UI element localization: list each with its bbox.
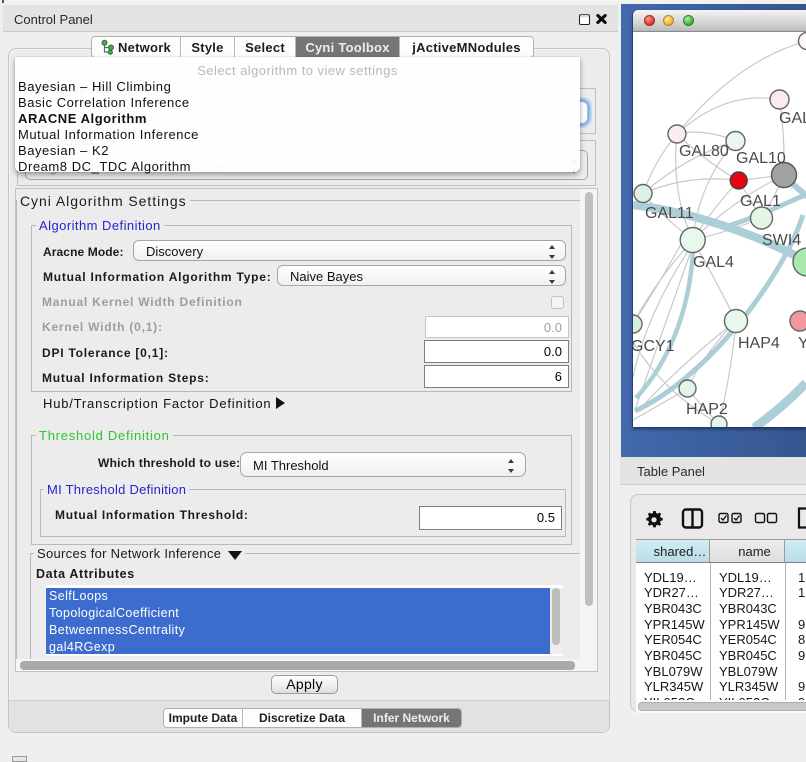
svg-text:GAL1: GAL1 [740,193,781,210]
svg-text:GCY1: GCY1 [633,338,675,355]
svg-text:HAP2: HAP2 [686,401,728,418]
svg-text:HAP4: HAP4 [738,335,780,352]
svg-text:GAL4: GAL4 [693,254,734,271]
svg-text:GAL10: GAL10 [736,150,786,167]
svg-text:SWI4: SWI4 [762,232,801,249]
svg-text:GAL2: GAL2 [779,110,806,127]
svg-text:GAL80: GAL80 [679,143,729,160]
svg-text:Y: Y [798,335,806,352]
svg-text:GAL11: GAL11 [645,205,694,222]
